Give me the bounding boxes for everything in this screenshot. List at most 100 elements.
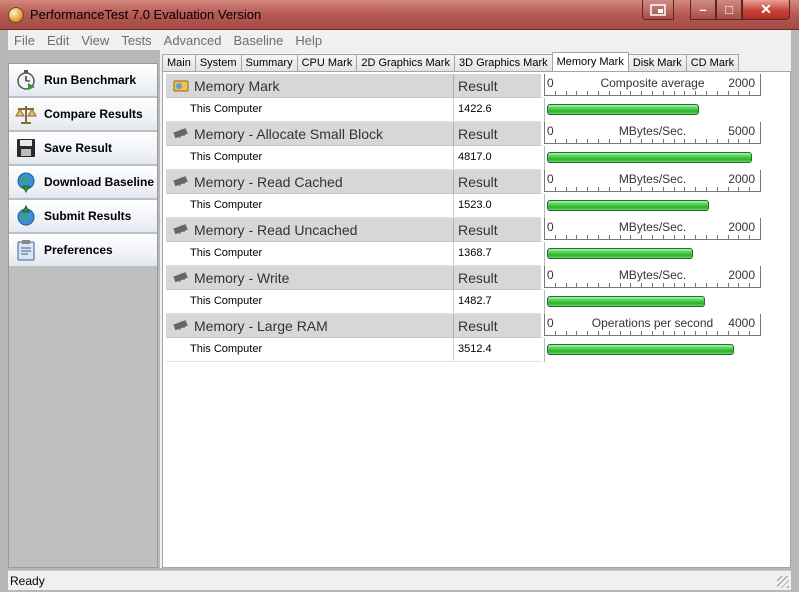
scale-tick bbox=[620, 331, 621, 336]
maximize-button[interactable]: □ bbox=[716, 0, 742, 20]
row-result-value: 3512.4 bbox=[458, 343, 492, 355]
row-result-value: 1523.0 bbox=[458, 199, 492, 211]
scale-tick bbox=[555, 235, 556, 240]
result-column-header: Result bbox=[458, 318, 498, 334]
tab-disk-mark[interactable]: Disk Mark bbox=[627, 54, 687, 71]
row-computer-name: This Computer bbox=[190, 199, 263, 211]
sidebar-item-preferences[interactable]: Preferences bbox=[9, 234, 157, 267]
column-divider bbox=[453, 170, 454, 193]
bar-frame-edge bbox=[544, 194, 545, 218]
scale-tick bbox=[674, 91, 675, 96]
tab-3d-graphics-mark[interactable]: 3D Graphics Mark bbox=[453, 54, 553, 71]
scale-tick bbox=[706, 235, 707, 240]
table-row[interactable]: This Computer 3512.4 bbox=[166, 338, 541, 362]
scale-axis: Operations per second 0 4000 bbox=[544, 314, 761, 338]
scale-tick bbox=[609, 235, 610, 240]
section-title: Memory - Large RAM bbox=[194, 318, 328, 334]
scale-min: 0 bbox=[547, 316, 554, 330]
bar-frame-edge bbox=[544, 338, 545, 362]
scale-tick bbox=[695, 91, 696, 96]
tab-summary[interactable]: Summary bbox=[240, 54, 298, 71]
scale-tick bbox=[728, 139, 729, 144]
scale-tick bbox=[684, 331, 685, 336]
result-column-header: Result bbox=[458, 126, 498, 142]
scale-tick bbox=[587, 187, 588, 192]
scale-tick bbox=[641, 187, 642, 192]
sidebar-item-save-result[interactable]: Save Result bbox=[9, 132, 157, 165]
menu-edit[interactable]: Edit bbox=[41, 33, 75, 48]
menu-help[interactable]: Help bbox=[289, 33, 328, 48]
scale-max: 5000 bbox=[728, 124, 755, 138]
section-title: Memory - Allocate Small Block bbox=[194, 126, 384, 142]
bar-frame-edge bbox=[544, 242, 545, 266]
scale-tick bbox=[663, 139, 664, 144]
window-title: PerformanceTest 7.0 Evaluation Version bbox=[30, 7, 262, 22]
scale-tick bbox=[706, 91, 707, 96]
scale-max: 2000 bbox=[728, 268, 755, 282]
column-divider bbox=[453, 218, 454, 241]
table-row[interactable]: This Computer 1482.7 bbox=[166, 290, 541, 314]
restore-window-icon[interactable] bbox=[642, 0, 674, 20]
scale-tick bbox=[555, 283, 556, 288]
scale-tick bbox=[598, 187, 599, 192]
minimize-button[interactable]: – bbox=[690, 0, 716, 20]
sidebar-item-label: Preferences bbox=[44, 243, 113, 257]
scale-tick bbox=[598, 139, 599, 144]
column-divider bbox=[453, 194, 454, 217]
scale-tick bbox=[717, 187, 718, 192]
app-icon[interactable] bbox=[8, 7, 24, 23]
tab-main[interactable]: Main bbox=[162, 54, 196, 71]
scale-tick bbox=[566, 331, 567, 336]
section-header: Memory - Read Cached Result bbox=[166, 170, 541, 194]
section-title: Memory - Read Cached bbox=[194, 174, 343, 190]
scale-tick bbox=[663, 187, 664, 192]
menu-tests[interactable]: Tests bbox=[115, 33, 157, 48]
sidebar-item-label: Download Baseline bbox=[44, 175, 155, 189]
result-bar-track bbox=[544, 290, 761, 314]
scale-tick bbox=[576, 235, 577, 240]
scale-tick bbox=[749, 91, 750, 96]
close-button[interactable]: ✕ bbox=[742, 0, 790, 20]
scale-tick bbox=[641, 283, 642, 288]
memory-chip-icon bbox=[173, 175, 189, 189]
scale-tick bbox=[652, 139, 653, 144]
scale-tick bbox=[598, 283, 599, 288]
tab-system[interactable]: System bbox=[194, 54, 242, 71]
result-column-header: Result bbox=[458, 78, 498, 94]
table-row[interactable]: This Computer 1523.0 bbox=[166, 194, 541, 218]
scale-tick bbox=[684, 187, 685, 192]
memory-mark-icon bbox=[173, 79, 189, 93]
menu-advanced[interactable]: Advanced bbox=[158, 33, 228, 48]
section-title: Memory Mark bbox=[194, 78, 280, 94]
scale-tick bbox=[620, 139, 621, 144]
section-title: Memory - Write bbox=[194, 270, 290, 286]
menu-view[interactable]: View bbox=[75, 33, 115, 48]
tab-cpu-mark[interactable]: CPU Mark bbox=[296, 54, 358, 71]
scale-tick bbox=[738, 91, 739, 96]
menu-baseline[interactable]: Baseline bbox=[227, 33, 289, 48]
resize-grip[interactable] bbox=[777, 576, 789, 588]
scale-tick bbox=[566, 283, 567, 288]
sidebar-item-download-baseline[interactable]: Download Baseline bbox=[9, 166, 157, 199]
tab-memory-mark[interactable]: Memory Mark bbox=[551, 52, 629, 71]
sidebar-item-label: Run Benchmark bbox=[44, 73, 137, 87]
table-row[interactable]: This Computer 1368.7 bbox=[166, 242, 541, 266]
scale-tick bbox=[641, 91, 642, 96]
result-bar-track bbox=[544, 338, 761, 362]
table-row[interactable]: This Computer 1422.6 bbox=[166, 98, 541, 122]
sidebar-item-submit-results[interactable]: Submit Results bbox=[9, 200, 157, 233]
scale-tick bbox=[728, 91, 729, 96]
tab-cd-mark[interactable]: CD Mark bbox=[685, 54, 740, 71]
column-divider bbox=[453, 74, 454, 97]
menu-file[interactable]: File bbox=[8, 33, 41, 48]
table-row[interactable]: This Computer 4817.0 bbox=[166, 146, 541, 170]
row-computer-name: This Computer bbox=[190, 151, 263, 163]
tab-2d-graphics-mark[interactable]: 2D Graphics Mark bbox=[356, 54, 455, 71]
results-content: Memory Mark Result Composite average 0 2000 T… bbox=[162, 71, 791, 568]
scale-tick bbox=[728, 235, 729, 240]
scale-tick bbox=[555, 91, 556, 96]
sidebar-item-compare-results[interactable]: Compare Results bbox=[9, 98, 157, 131]
section-header: Memory - Write Result bbox=[166, 266, 541, 290]
scale-tick bbox=[587, 283, 588, 288]
sidebar-item-run-benchmark[interactable]: Run Benchmark bbox=[9, 64, 157, 97]
